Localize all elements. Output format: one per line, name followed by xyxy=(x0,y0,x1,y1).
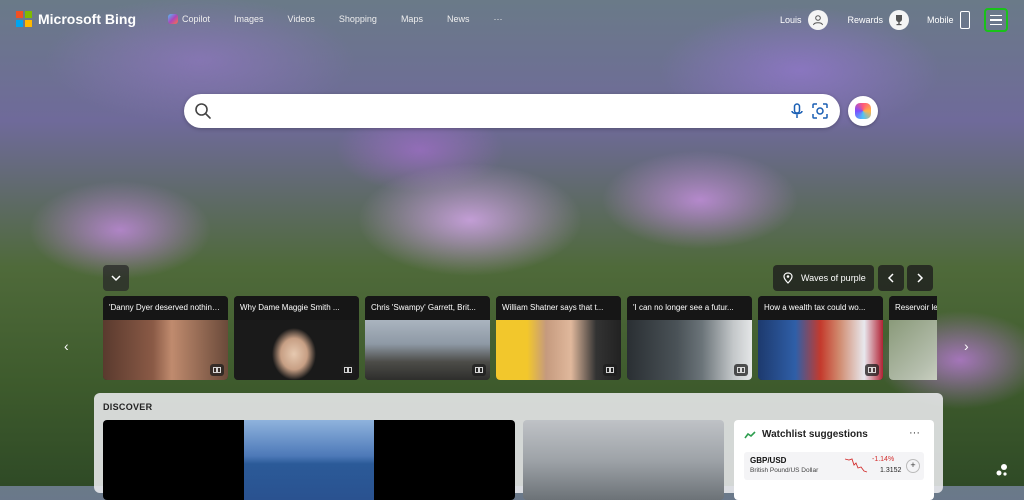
stock-price: 1.3152 xyxy=(880,467,902,474)
video-thumbnail xyxy=(244,420,374,500)
news-card[interactable]: William Shatner says that t... xyxy=(496,296,621,380)
news-card[interactable]: How a wealth tax could wo... xyxy=(758,296,883,380)
news-title: William Shatner says that t... xyxy=(496,296,621,320)
news-title: Why Dame Maggie Smith ... xyxy=(234,296,359,320)
collapse-button[interactable] xyxy=(103,265,129,291)
copilot-button[interactable] xyxy=(848,96,878,126)
chevron-down-icon xyxy=(111,275,121,282)
menu-icon-line xyxy=(989,19,1002,21)
nav-videos[interactable]: Videos xyxy=(288,14,315,24)
nav-label: Copilot xyxy=(182,14,211,24)
previous-image-button[interactable] xyxy=(878,265,904,291)
news-title: How a wealth tax could wo... xyxy=(758,296,883,320)
rewards-label[interactable]: Rewards xyxy=(848,15,884,25)
news-title: 'Danny Dyer deserved nothing...' xyxy=(103,296,228,320)
news-title: Reservoir le... xyxy=(889,296,937,320)
read-icon[interactable] xyxy=(734,364,748,376)
read-icon[interactable] xyxy=(603,364,617,376)
nav-more[interactable]: ··· xyxy=(493,14,502,24)
chevron-right-icon xyxy=(917,273,924,283)
avatar[interactable] xyxy=(807,10,828,30)
stock-symbol: GBP/USD xyxy=(750,456,787,465)
trophy-icon xyxy=(896,15,903,26)
read-icon[interactable] xyxy=(341,364,355,376)
copilot-icon xyxy=(168,14,178,24)
stock-name: British Pound/US Dollar xyxy=(750,467,819,474)
image-caption-button[interactable]: Waves of purple xyxy=(773,265,874,291)
news-card[interactable]: Reservoir le... xyxy=(889,296,937,380)
nav-label: Images xyxy=(234,14,264,24)
trend-icon xyxy=(744,430,756,438)
news-carousel: 'Danny Dyer deserved nothing...' Why Dam… xyxy=(103,296,937,380)
news-card[interactable]: 'Danny Dyer deserved nothing...' xyxy=(103,296,228,380)
location-pin-icon xyxy=(783,272,793,284)
discover-card[interactable] xyxy=(523,420,724,500)
menu-button[interactable] xyxy=(983,8,1008,32)
brand-name: Microsoft Bing xyxy=(38,11,136,27)
nav-shopping[interactable]: Shopping xyxy=(339,14,377,24)
nav-maps[interactable]: Maps xyxy=(401,14,423,24)
menu-icon-line xyxy=(989,23,1002,26)
chevron-left-icon xyxy=(887,273,894,283)
bing-logo[interactable]: Microsoft Bing xyxy=(16,11,136,27)
watchlist-row[interactable]: GBP/USD British Pound/US Dollar -1.14% 1… xyxy=(744,452,924,480)
nav-images[interactable]: Images xyxy=(234,14,264,24)
user-name[interactable]: Louis xyxy=(780,15,802,25)
discover-title: DISCOVER xyxy=(103,402,153,412)
user-icon xyxy=(812,15,823,26)
stock-change: -1.14% xyxy=(872,456,895,463)
sparkline-chart xyxy=(844,458,868,473)
next-image-button[interactable] xyxy=(907,265,933,291)
read-icon[interactable] xyxy=(865,364,879,376)
microphone-icon[interactable] xyxy=(788,102,806,120)
account-area: Louis Rewards Mobile xyxy=(780,8,1008,32)
mobile-label[interactable]: Mobile xyxy=(927,15,954,25)
nav-news[interactable]: News xyxy=(447,14,470,24)
search-input[interactable] xyxy=(220,100,764,124)
read-icon[interactable] xyxy=(210,364,224,376)
microsoft-logo-icon xyxy=(16,11,32,27)
nav-label: Shopping xyxy=(338,14,377,24)
news-title: Chris 'Swampy' Garrett, Brit... xyxy=(365,296,490,320)
rewards-button[interactable] xyxy=(889,10,910,30)
top-nav: Copilot Images Videos Shopping Maps News… xyxy=(168,14,526,24)
feedback-icon[interactable] xyxy=(994,462,1010,478)
copilot-icon xyxy=(855,103,871,119)
visual-search-icon[interactable] xyxy=(811,102,829,120)
nav-copilot[interactable]: Copilot xyxy=(168,14,210,24)
discover-video-card[interactable] xyxy=(103,420,515,500)
chevron-right-icon[interactable]: › xyxy=(964,338,969,354)
search-icon[interactable] xyxy=(194,102,212,120)
watchlist-card: Watchlist suggestions ··· GBP/USD Britis… xyxy=(734,420,934,500)
discover-panel: DISCOVER Watchlist suggestions ··· GBP/U… xyxy=(94,393,943,500)
watchlist-title: Watchlist suggestions xyxy=(762,429,868,440)
news-card[interactable]: Chris 'Swampy' Garrett, Brit... xyxy=(365,296,490,380)
add-to-watchlist-button[interactable]: + xyxy=(906,459,920,473)
news-title: 'I can no longer see a futur... xyxy=(627,296,752,320)
nav-label: Videos xyxy=(287,14,315,24)
watchlist-header: Watchlist suggestions xyxy=(744,429,868,440)
news-card[interactable]: 'I can no longer see a futur... xyxy=(627,296,752,380)
phone-icon[interactable] xyxy=(959,11,970,29)
image-caption: Waves of purple xyxy=(801,273,866,283)
news-card[interactable]: Why Dame Maggie Smith ... xyxy=(234,296,359,380)
search-bar[interactable] xyxy=(184,94,840,128)
more-options-icon[interactable]: ··· xyxy=(909,427,920,439)
chevron-left-icon[interactable]: ‹ xyxy=(64,338,69,354)
nav-label: News xyxy=(446,14,470,24)
top-header: Microsoft Bing Copilot Images Videos Sho… xyxy=(0,0,1024,40)
menu-icon xyxy=(989,14,1002,17)
news-thumbnail xyxy=(889,320,937,380)
nav-label: Maps xyxy=(400,14,423,24)
more-icon: ··· xyxy=(493,14,503,24)
read-icon[interactable] xyxy=(472,364,486,376)
